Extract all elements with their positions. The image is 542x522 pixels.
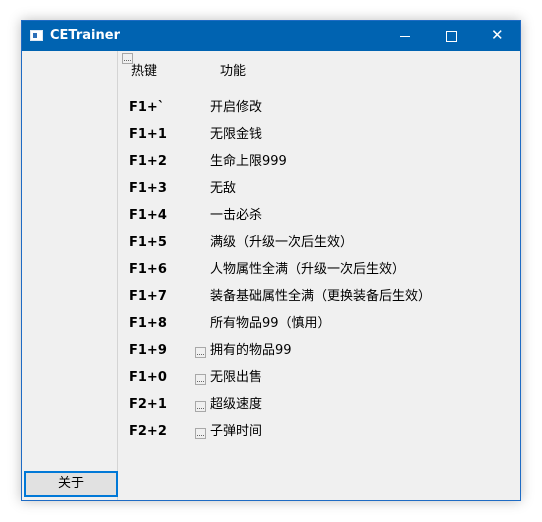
table-row-function: 所有物品99（慎用） <box>210 316 331 331</box>
table-row-function: 生命上限999 <box>210 154 287 169</box>
minimize-icon <box>400 36 410 37</box>
toggle-box-icon[interactable] <box>195 428 206 439</box>
hotkey-column-header: 热键 <box>131 64 158 79</box>
table-row-hotkey: F1+9 <box>129 343 167 358</box>
title-bar[interactable]: CETrainer ✕ <box>22 21 520 51</box>
table-row-hotkey: F1+1 <box>129 127 167 142</box>
table-row-function: 无限金钱 <box>210 127 263 142</box>
table-row-hotkey: F2+1 <box>129 397 167 412</box>
table-row-function: 子弹时间 <box>210 424 263 439</box>
table-row-function: 满级（升级一次后生效） <box>210 235 354 250</box>
close-button[interactable]: ✕ <box>474 21 520 51</box>
table-row-hotkey: F1+8 <box>129 316 167 331</box>
hotkey-function-list: 热键 功能 F1+` 开启修改 F1+1 无限金钱 F1+2 生命上限999 F… <box>118 51 520 500</box>
table-row-function: 一击必杀 <box>210 208 263 223</box>
table-row-hotkey: F1+` <box>129 100 165 115</box>
about-button[interactable]: 关于 <box>24 471 118 497</box>
left-panel: 关于 <box>22 51 118 500</box>
maximize-icon <box>446 31 457 42</box>
table-row-hotkey: F1+5 <box>129 235 167 250</box>
table-row-hotkey: F1+7 <box>129 289 167 304</box>
toggle-box-icon[interactable] <box>195 374 206 385</box>
table-row-function: 拥有的物品99 <box>210 343 292 358</box>
table-row-function: 装备基础属性全满（更换装备后生效） <box>210 289 432 304</box>
window-title: CETrainer <box>50 28 120 43</box>
table-row-hotkey: F1+2 <box>129 154 167 169</box>
table-row-function: 超级速度 <box>210 397 263 412</box>
table-row-function: 开启修改 <box>210 100 263 115</box>
table-row-hotkey: F1+0 <box>129 370 167 385</box>
application-window-icon <box>30 30 43 41</box>
table-row-function: 无敌 <box>210 181 237 196</box>
table-row-hotkey: F1+6 <box>129 262 167 277</box>
table-row-function: 无限出售 <box>210 370 263 385</box>
maximize-button[interactable] <box>428 21 474 51</box>
minimize-button[interactable] <box>382 21 428 51</box>
header-toggle-icon[interactable] <box>122 53 133 64</box>
table-row-hotkey: F1+3 <box>129 181 167 196</box>
table-row-function: 人物属性全满（升级一次后生效） <box>210 262 406 277</box>
toggle-box-icon[interactable] <box>195 347 206 358</box>
trainer-window: CETrainer ✕ 关于 热键 功能 F1+` 开启修改 F1+1 无限金钱… <box>21 20 521 501</box>
table-row-hotkey: F1+4 <box>129 208 167 223</box>
toggle-box-icon[interactable] <box>195 401 206 412</box>
close-icon: ✕ <box>491 26 504 44</box>
table-row-hotkey: F2+2 <box>129 424 167 439</box>
function-column-header: 功能 <box>220 64 247 79</box>
